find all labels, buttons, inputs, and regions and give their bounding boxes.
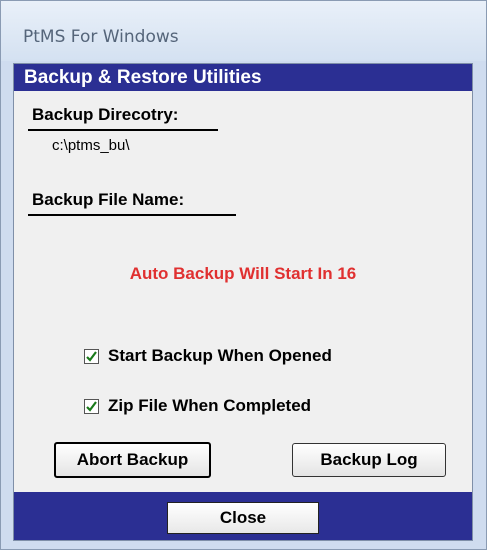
- panel-header: Backup & Restore Utilities: [14, 64, 472, 91]
- zip-file-checkbox[interactable]: [84, 398, 99, 414]
- backup-file-name-label: Backup File Name:: [32, 190, 185, 209]
- backup-log-button[interactable]: Backup Log: [292, 443, 446, 477]
- backup-directory-value: c:\ptms_bu\: [52, 137, 130, 154]
- zip-file-option[interactable]: Zip File When Completed: [84, 396, 311, 416]
- backup-restore-panel: Backup & Restore Utilities Backup Direco…: [13, 63, 473, 541]
- backup-file-name-underline: [28, 214, 236, 216]
- checkmark-icon: [86, 400, 97, 412]
- backup-directory-underline: [28, 129, 218, 131]
- start-backup-option[interactable]: Start Backup When Opened: [84, 346, 332, 366]
- bottom-bar: Close: [14, 492, 472, 540]
- checkmark-icon: [86, 350, 97, 362]
- start-backup-checkbox[interactable]: [84, 348, 99, 364]
- start-backup-label: Start Backup When Opened: [108, 346, 332, 365]
- backup-directory-label: Backup Direcotry:: [32, 105, 179, 124]
- app-window: PtMS For Windows Backup & Restore Utilit…: [0, 0, 487, 550]
- auto-backup-countdown: Auto Backup Will Start In 16: [129, 264, 357, 283]
- window-title: PtMS For Windows: [23, 27, 179, 47]
- abort-backup-button[interactable]: Abort Backup: [54, 442, 211, 478]
- close-button[interactable]: Close: [167, 502, 319, 534]
- zip-file-label: Zip File When Completed: [108, 396, 312, 415]
- title-bar[interactable]: PtMS For Windows: [1, 1, 486, 61]
